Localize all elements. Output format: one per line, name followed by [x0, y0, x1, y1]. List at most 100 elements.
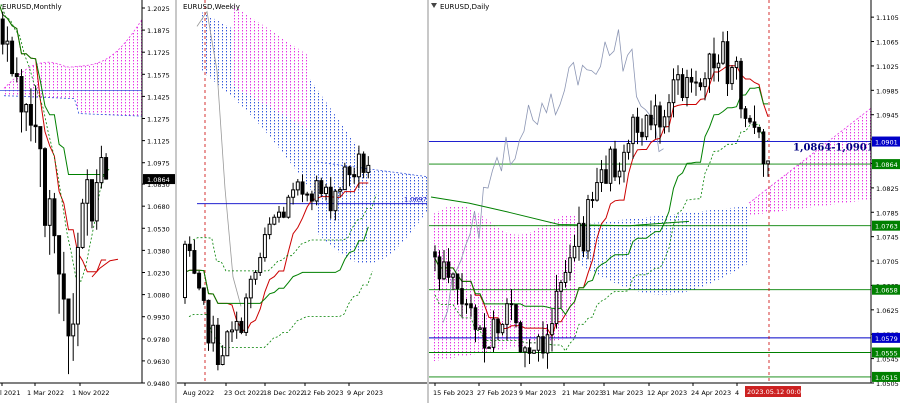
candle-bull [491, 318, 496, 348]
candle-bull [505, 303, 509, 325]
candle-bear [61, 273, 66, 300]
candle-bull [536, 336, 541, 351]
x-tick-label: 27 Feb 2023 [477, 389, 517, 397]
monthly-chart-panel: 1.2025 1.1875 1.1725 1.1575 1.1425 1.1275 1.11… [0, 0, 175, 403]
x-tick-label: 23 Oct 2022 [224, 389, 264, 397]
y-tick-label: 1.1275 [147, 116, 170, 124]
candle-bull [71, 323, 76, 337]
candle-bear [197, 272, 202, 289]
candle-bear [527, 347, 532, 354]
candle-bull [532, 349, 536, 354]
x-tick-label: 15 Feb 2023 [433, 389, 473, 397]
candle-bear [518, 322, 523, 353]
candle-bull [586, 199, 590, 252]
y-tick-label: 1.1725 [147, 49, 170, 57]
candle-bear [10, 40, 15, 75]
candle-bear [309, 193, 314, 202]
y-tick-label: 1.1575 [147, 71, 170, 79]
y-tick-label: 1.0530 [147, 225, 170, 233]
candle-bull [314, 180, 319, 202]
candle-bear [281, 211, 286, 218]
y-tick-label: 1.0625 [876, 307, 899, 315]
y-tick-label: 1.0745 [876, 234, 899, 242]
candle-bear [300, 181, 305, 195]
candle-bull [262, 234, 267, 259]
candle-bear [19, 76, 24, 113]
candle-bull [572, 245, 577, 259]
candle-bull [272, 216, 277, 225]
candle-bear [482, 327, 487, 349]
candle-bear [725, 41, 730, 85]
x-tick-label: 24 Apr 2023 [691, 389, 731, 397]
candle-bear [52, 198, 57, 237]
level-price-label: 1.0515 [875, 374, 898, 382]
candle-bear [455, 273, 460, 290]
candle-bull [442, 261, 446, 280]
x-tick-label: 21 Mar 2023 [562, 389, 603, 397]
weekly-chart-panel: 1.0697 Aug 2022 23 Oct 2022 18 Dec 2022 12 F… [177, 0, 427, 403]
y-tick-label: 1.1125 [147, 138, 170, 146]
current-price-label: 1.0864 [147, 176, 170, 184]
candle-bull [338, 189, 343, 192]
x-tick-label: 9 Mar 2023 [519, 389, 556, 397]
candle-bull [595, 182, 599, 201]
candle-bull [248, 278, 253, 299]
candle-bull [721, 41, 725, 64]
candle-bear [694, 81, 698, 84]
candle-bull [305, 193, 310, 196]
candle-bull [451, 273, 455, 278]
candle-bull [85, 179, 90, 204]
level-price-label: 1.0901 [875, 139, 898, 147]
x-tick-label: 4 [735, 389, 739, 397]
chart-title: EURUSD,Weekly [183, 3, 240, 11]
candle-bull [24, 104, 29, 113]
x-tick-label: Jul 2021 [0, 389, 20, 397]
candle-bear [680, 74, 685, 99]
y-tick-label: 1.0680 [147, 203, 170, 211]
current-time-label: 2023.05.12 00:00 [747, 388, 805, 396]
candle-bull [366, 164, 371, 173]
candle-bull [47, 198, 52, 226]
candle-bear [460, 288, 464, 305]
candle-bull [244, 297, 249, 333]
candle-bear [0, 18, 5, 45]
candle-bull [277, 211, 281, 218]
candle-bull [653, 105, 658, 126]
candle-bull [716, 62, 721, 69]
candle-bear [712, 53, 716, 69]
candle-bull [5, 40, 10, 45]
candle-bull [766, 160, 770, 165]
candle-bear [739, 60, 743, 110]
candle-bear [757, 126, 761, 133]
candle-bull [622, 151, 626, 172]
y-tick-label: 1.2025 [147, 5, 170, 13]
candle-bull [608, 148, 613, 184]
candle-bull [644, 114, 649, 138]
y-tick-label: 1.0230 [147, 269, 170, 277]
candle-bear [541, 336, 545, 354]
candle-bull [183, 243, 187, 299]
candle-bull [267, 223, 272, 236]
candle-bear [201, 287, 206, 301]
candle-bear [748, 117, 752, 123]
y-tick-label: 1.0945 [876, 112, 899, 120]
candle-bull [99, 157, 104, 184]
candle-bull [563, 271, 568, 283]
x-tick-label: 9 Apr 2023 [347, 389, 383, 397]
level-price-label: 1.0579 [875, 335, 898, 343]
candle-bear [635, 116, 640, 133]
daily-chart: 1,0864-1,0901 1.1105 1.1065 1.1025 1.0985 1.0… [429, 0, 900, 403]
x-tick-label: 31 Mar 2023 [602, 389, 643, 397]
candle-bear [38, 126, 43, 150]
candle-bull [94, 182, 99, 222]
candle-bull [545, 334, 550, 354]
candle-bear [590, 199, 595, 202]
level-price-label: 1.0658 [875, 287, 898, 295]
candle-bear [361, 153, 366, 173]
candle-bear [743, 108, 748, 119]
y-tick-label: 0.9930 [147, 314, 170, 322]
candle-bear [473, 307, 478, 330]
candle-bull [577, 222, 581, 247]
candle-bear [90, 179, 94, 222]
y-tick-label: 1.1875 [147, 27, 170, 35]
